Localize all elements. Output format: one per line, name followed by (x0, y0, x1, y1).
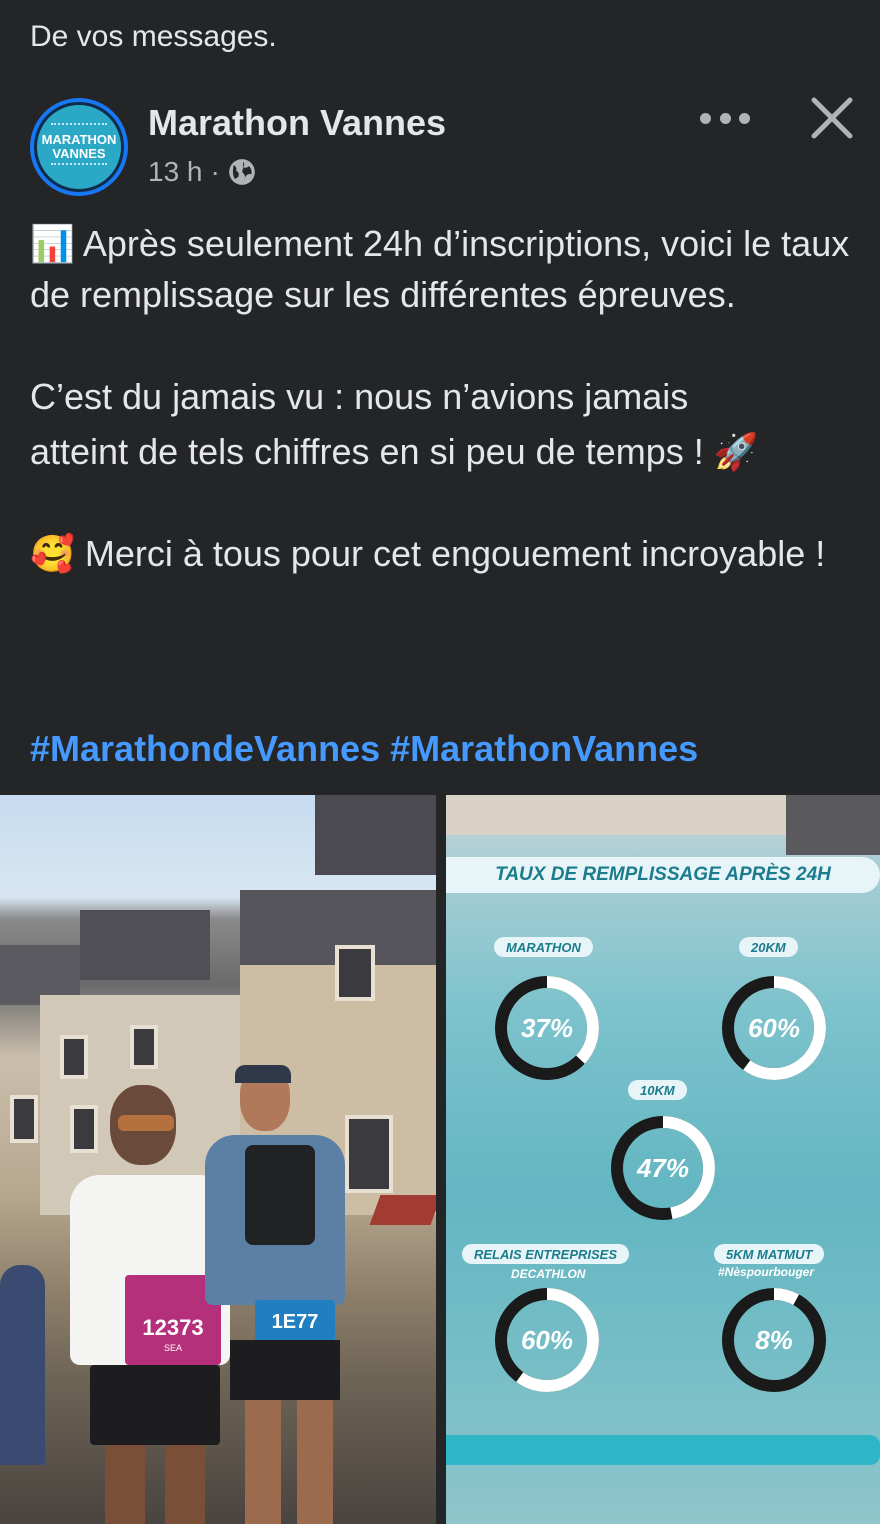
post-paragraph-1: 📊 Après seulement 24h d’inscriptions, vo… (30, 223, 850, 315)
gauge-5km: 8% (719, 1285, 829, 1395)
label-5km-matmut: 5KM MATMUT (714, 1244, 825, 1264)
runner-man: 1E77 (205, 1065, 355, 1524)
label-relais-entreprises: RELAIS ENTREPRISES (462, 1244, 630, 1264)
post-meta: 13 h · (148, 156, 256, 188)
post-time[interactable]: 13 h (148, 156, 203, 188)
close-icon[interactable] (810, 96, 854, 140)
post-header: MARATHON VANNES Marathon Vannes 13 h · (30, 96, 860, 198)
gauge-percent: 60% (747, 1012, 801, 1043)
sub-hashtag: #Nèspourbouger (718, 1265, 815, 1279)
avatar-logo: MARATHON VANNES (34, 102, 124, 192)
post-paragraph-2-line-1: C’est du jamais vu : nous n’avions jamai… (30, 376, 689, 417)
post-paragraph-2-line-2: atteint de tels chiffres en si peu de te… (30, 431, 759, 472)
gauge-20km: 60% (719, 973, 829, 1083)
page-avatar[interactable]: MARATHON VANNES (30, 98, 128, 196)
avatar-text-1: MARATHON (41, 132, 117, 147)
label-marathon: MARATHON (494, 937, 593, 957)
gauge-percent: 8% (755, 1324, 793, 1355)
label-20km: 20KM (739, 937, 798, 957)
gauge-percent: 60% (520, 1324, 574, 1355)
globe-icon (228, 159, 255, 185)
bib-number-2: 1E77 (255, 1300, 335, 1344)
sub-decathlon: DECATHLON (511, 1267, 586, 1281)
photo-infographic[interactable]: TAUX DE REMPLISSAGE APRÈS 24H MARATHON 2… (446, 795, 880, 1524)
photo-divider (436, 795, 446, 1524)
post-text: 📊 Après seulement 24h d’inscriptions, vo… (30, 218, 860, 579)
infographic-bottom-bar (446, 1435, 880, 1465)
hashtags[interactable]: #MarathondeVannes #MarathonVannes (30, 728, 698, 770)
gauge-percent: 47% (636, 1152, 690, 1183)
gauge-marathon: 37% (492, 973, 602, 1083)
more-options-icon[interactable] (700, 98, 750, 138)
post-paragraph-3: 🥰 Merci à tous pour cet engouement incro… (30, 533, 826, 574)
infographic-title: TAUX DE REMPLISSAGE APRÈS 24H (446, 857, 880, 893)
page-name[interactable]: Marathon Vannes (148, 102, 446, 144)
messages-hint: De vos messages. (30, 20, 277, 53)
gauge-percent: 37% (520, 1012, 574, 1043)
photo-runners[interactable]: 12373 SEA 1E77 (0, 795, 436, 1524)
avatar-text-2: VANNES (52, 146, 106, 161)
gauge-10km: 47% (608, 1113, 718, 1223)
gauge-relais: 60% (492, 1285, 602, 1395)
label-10km: 10KM (628, 1080, 687, 1100)
meta-dot: · (210, 156, 220, 187)
photo-grid: 12373 SEA 1E77 TAUX DE REMPLISSAGE APRÈS… (0, 795, 880, 1524)
